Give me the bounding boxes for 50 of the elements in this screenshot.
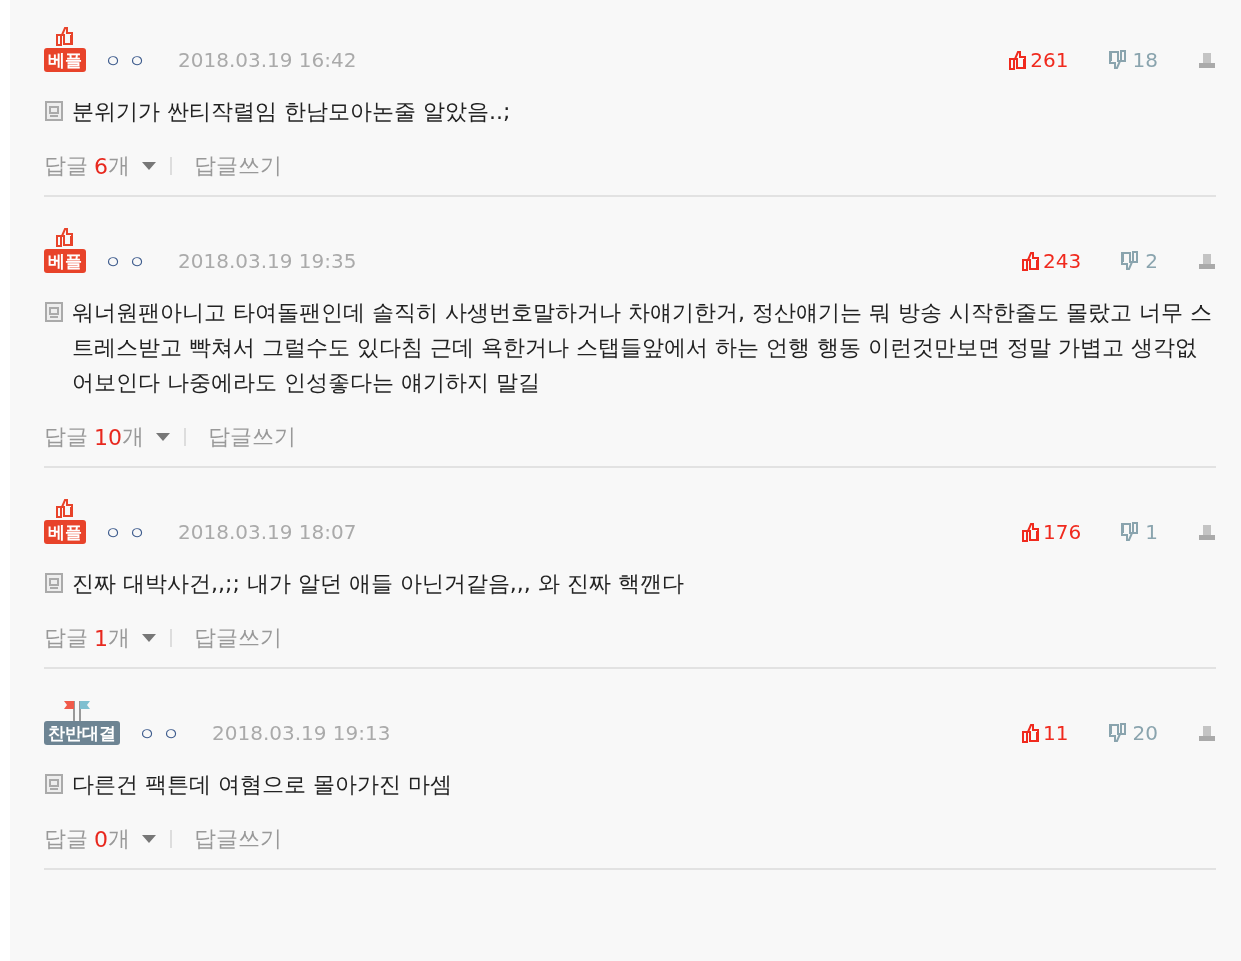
comment-date: 2018.03.19 19:13 bbox=[212, 721, 391, 745]
author-name[interactable]: ㅇㅇ bbox=[104, 522, 152, 544]
replies-toggle[interactable]: 답글 6개 bbox=[44, 151, 156, 181]
comment-text: 워너원팬아니고 타여돌팬인데 솔직히 사생번호말하거나 차얘기한거, 정산얘기는 뭐 방송 시작한줄도 몰랐고 너무 스트레스받고 빡쳐서 그럴수도 있다침 근데 욕한거나 스탭들앞에서 하는 언행 행동 이런것만보면 정말 가볍고 생각없어보인다 나중에라도 인성좋다는 얘기하지 말길 bbox=[72, 299, 1213, 397]
best-badge: 베플 bbox=[44, 520, 86, 544]
comment-text: 진짜 대박사건,,;; 내가 알던 애들 아닌거같음,,, 와 진짜 핵깬다 bbox=[72, 570, 684, 598]
report-icon[interactable] bbox=[1198, 523, 1216, 541]
like-button[interactable]: 261 bbox=[1006, 48, 1069, 72]
replies-toggle[interactable]: 답글 1개 bbox=[44, 623, 156, 653]
like-button[interactable]: 176 bbox=[1019, 520, 1082, 544]
report-icon[interactable] bbox=[1198, 51, 1216, 69]
note-icon bbox=[44, 301, 64, 323]
thumbs-up-icon bbox=[1019, 522, 1040, 542]
versus-badge: 찬반대결 bbox=[44, 721, 120, 745]
thumbs-up-icon bbox=[1006, 50, 1027, 70]
write-reply-link[interactable]: 답글쓰기 bbox=[194, 824, 282, 854]
author-name[interactable]: ㅇㅇ bbox=[104, 50, 152, 72]
caret-icon bbox=[156, 433, 170, 441]
comment-text: 분위기가 싼티작렬임 한남모아논줄 알았음..; bbox=[72, 98, 511, 126]
replies-toggle[interactable]: 답글 10개 bbox=[44, 422, 170, 452]
comment-date: 2018.03.19 18:07 bbox=[178, 520, 357, 544]
best-badge: 베플 bbox=[44, 249, 86, 273]
thumbs-down-icon bbox=[1108, 50, 1129, 70]
report-icon[interactable] bbox=[1198, 724, 1216, 742]
like-button[interactable]: 11 bbox=[1019, 721, 1069, 745]
write-reply-link[interactable]: 답글쓰기 bbox=[194, 151, 282, 181]
note-icon bbox=[44, 100, 64, 122]
dislike-button[interactable]: 18 bbox=[1108, 48, 1158, 72]
note-icon bbox=[44, 773, 64, 795]
like-button[interactable]: 243 bbox=[1019, 249, 1082, 273]
best-badge: 베플 bbox=[44, 48, 86, 72]
thumbs-down-icon bbox=[1108, 723, 1129, 743]
comment-date: 2018.03.19 19:35 bbox=[178, 249, 357, 273]
caret-icon bbox=[142, 835, 156, 843]
thumbs-up-icon bbox=[1019, 723, 1040, 743]
caret-icon bbox=[142, 634, 156, 642]
write-reply-link[interactable]: 답글쓰기 bbox=[194, 623, 282, 653]
comment-text: 다른건 팩튼데 여혐으로 몰아가진 마셈 bbox=[72, 771, 452, 799]
report-icon[interactable] bbox=[1198, 252, 1216, 270]
write-reply-link[interactable]: 답글쓰기 bbox=[208, 422, 296, 452]
author-name[interactable]: ㅇㅇ bbox=[138, 723, 186, 745]
author-name[interactable]: ㅇㅇ bbox=[104, 251, 152, 273]
thumbs-up-icon bbox=[1019, 251, 1040, 271]
note-icon bbox=[44, 572, 64, 594]
dislike-button[interactable]: 2 bbox=[1121, 249, 1158, 273]
caret-icon bbox=[142, 162, 156, 170]
dislike-button[interactable]: 1 bbox=[1121, 520, 1158, 544]
replies-toggle[interactable]: 답글 0개 bbox=[44, 824, 156, 854]
comment-date: 2018.03.19 16:42 bbox=[178, 48, 357, 72]
dislike-button[interactable]: 20 bbox=[1108, 721, 1158, 745]
